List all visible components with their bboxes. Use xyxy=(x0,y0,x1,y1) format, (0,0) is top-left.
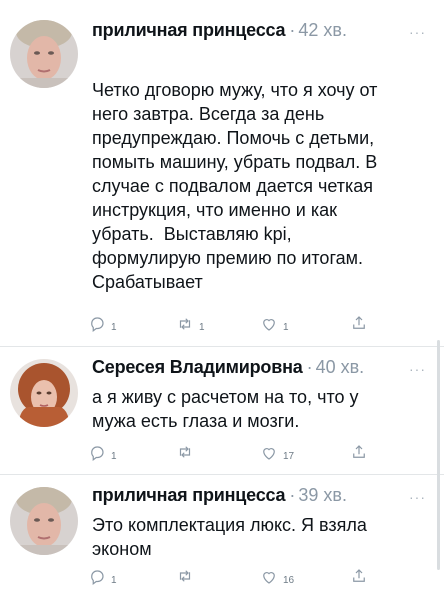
avatar[interactable] xyxy=(10,20,78,88)
avatar-photo-icon xyxy=(10,487,78,555)
retweet-icon xyxy=(179,570,191,582)
avatar-photo-icon xyxy=(10,359,78,427)
reply-count: 1 xyxy=(111,451,117,462)
retweet-button[interactable]: 1 xyxy=(176,314,205,333)
share-button[interactable] xyxy=(350,443,368,461)
header-separator: · xyxy=(306,357,313,377)
like-button[interactable]: 16 xyxy=(260,567,294,586)
reply-icon xyxy=(91,445,104,461)
like-count: 16 xyxy=(283,575,295,586)
like-count: 17 xyxy=(283,451,295,462)
reply-icon xyxy=(91,316,104,332)
timestamp[interactable]: 39 хв. xyxy=(298,485,347,506)
reply-button[interactable]: 1 xyxy=(88,314,117,333)
tweet-actions: 1 17 xyxy=(88,443,428,465)
share-icon xyxy=(353,316,365,329)
header-separator: · xyxy=(289,20,296,40)
avatar[interactable] xyxy=(10,359,78,427)
like-count: 1 xyxy=(283,322,289,333)
heart-icon xyxy=(263,447,275,460)
author-name[interactable]: приличная принцесса xyxy=(92,485,286,506)
heart-icon xyxy=(263,571,275,584)
tweet-header: Сересея Владимировна · 40 хв. xyxy=(92,357,364,381)
share-icon xyxy=(353,445,365,458)
tweet-header: приличная принцесса · 42 хв. xyxy=(92,20,347,44)
retweet-button[interactable] xyxy=(176,443,199,461)
reply-button[interactable]: 1 xyxy=(88,443,117,462)
like-button[interactable]: 1 xyxy=(260,314,289,333)
avatar-photo-icon xyxy=(10,20,78,88)
retweet-icon xyxy=(179,446,191,458)
avatar[interactable] xyxy=(10,487,78,555)
reply-icon xyxy=(91,569,104,585)
tweet-2[interactable]: Сересея Владимировна · 40 хв. ··· а я жи… xyxy=(0,347,444,467)
more-options-icon[interactable]: ··· xyxy=(409,489,426,505)
heart-icon xyxy=(263,318,275,331)
reply-button[interactable]: 1 xyxy=(88,567,117,586)
share-icon xyxy=(353,569,365,582)
scrollbar[interactable] xyxy=(437,340,440,570)
timestamp[interactable]: 40 хв. xyxy=(316,357,365,378)
tweet-3[interactable]: приличная принцесса · 39 хв. ··· Это ком… xyxy=(0,475,444,599)
author-name[interactable]: Сересея Владимировна xyxy=(92,357,303,378)
retweet-count: 1 xyxy=(199,322,205,333)
more-options-icon[interactable]: ··· xyxy=(409,24,426,40)
share-button[interactable] xyxy=(350,567,368,585)
author-name[interactable]: приличная принцесса xyxy=(92,20,286,41)
like-button[interactable]: 17 xyxy=(260,443,294,462)
tweet-text: а я живу с расчетом на то, что у мужа ес… xyxy=(92,387,359,431)
timestamp[interactable]: 42 хв. xyxy=(298,20,347,41)
tweet-actions: 1 1 1 xyxy=(88,314,428,336)
tweet-actions: 1 16 xyxy=(88,567,428,589)
retweet-button[interactable] xyxy=(176,567,199,585)
tweet-1[interactable]: приличная принцесса · 42 хв. ··· Четко д… xyxy=(0,0,444,345)
reply-count: 1 xyxy=(111,322,117,333)
reply-count: 1 xyxy=(111,575,117,586)
tweet-text: Четко дговорю мужу, что я хочу от него з… xyxy=(92,80,378,292)
retweet-icon xyxy=(179,317,191,330)
tweet-text: Это комплектация люкс. Я взяла эконом xyxy=(92,515,367,559)
header-separator: · xyxy=(289,485,296,505)
tweet-header: приличная принцесса · 39 хв. xyxy=(92,485,347,509)
more-options-icon[interactable]: ··· xyxy=(409,361,426,377)
share-button[interactable] xyxy=(350,314,368,332)
